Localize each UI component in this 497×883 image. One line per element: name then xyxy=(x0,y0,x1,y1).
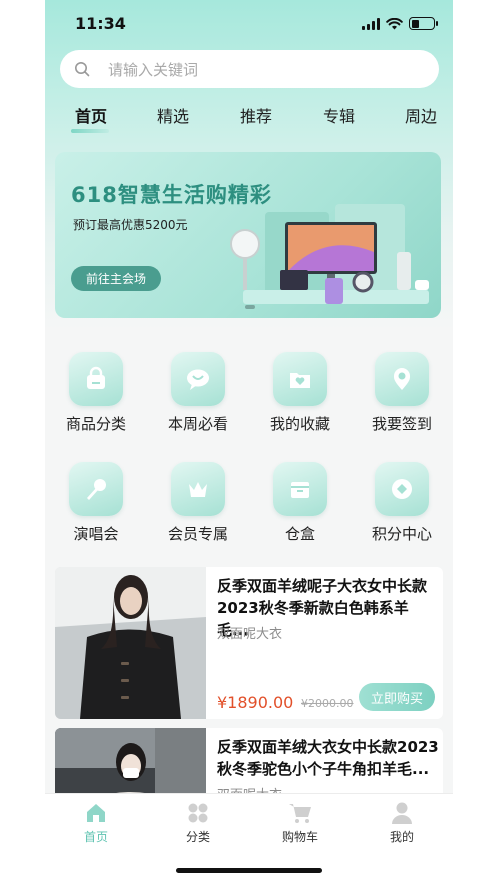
category-tabs: 首页 精选 推荐 专辑 周边 xyxy=(45,103,453,133)
crown-icon xyxy=(171,462,225,516)
grid-label: 会员专属 xyxy=(167,525,228,543)
active-tab-indicator xyxy=(71,129,109,133)
nav-label: 购物车 xyxy=(281,830,318,844)
tab-home[interactable]: 首页 xyxy=(75,103,107,127)
folder-heart-icon xyxy=(273,352,327,406)
status-icons xyxy=(362,17,438,30)
grid-label: 商品分类 xyxy=(65,415,126,433)
search-input[interactable]: 请输入关键词 xyxy=(108,59,198,80)
grid-label: 仓盒 xyxy=(284,525,315,543)
banner-button[interactable]: 前往主会场 xyxy=(71,266,161,291)
nav-categories[interactable]: 分类 xyxy=(147,800,249,845)
grid-label: 我要签到 xyxy=(371,415,432,433)
grid-label: 积分中心 xyxy=(371,525,432,543)
tab-albums[interactable]: 专辑 xyxy=(323,103,355,127)
buy-now-button[interactable]: 立即购买 xyxy=(359,683,435,711)
battery-level xyxy=(411,19,419,28)
home-indicator xyxy=(176,868,322,873)
user-icon xyxy=(389,800,415,826)
product-title: 反季双面羊绒大衣女中长款2023秋冬季驼色小个子牛角扣羊毛... xyxy=(217,738,439,778)
grid-item-weekly-picks[interactable]: 本周必看 xyxy=(147,352,249,434)
grid-item-membership[interactable]: 会员专属 xyxy=(147,462,249,544)
banner-subtitle: 预订最高优惠5200元 xyxy=(73,218,188,232)
box-icon xyxy=(273,462,327,516)
promo-banner[interactable]: 618智慧生活购精彩 预订最高优惠5200元 前往主会场 xyxy=(55,152,441,318)
grid-item-favorites[interactable]: 我的收藏 xyxy=(249,352,351,434)
grid-item-concerts[interactable]: 演唱会 xyxy=(45,462,147,544)
bag-icon xyxy=(69,352,123,406)
cart-icon xyxy=(287,800,313,826)
location-pin-icon xyxy=(375,352,429,406)
search-icon xyxy=(75,62,90,77)
grid-label: 我的收藏 xyxy=(269,415,330,433)
grid-item-categories[interactable]: 商品分类 xyxy=(45,352,147,434)
product-card[interactable]: 反季双面羊绒呢子大衣女中长款2023秋冬季新款白色韩系羊毛... 双面呢大衣 ¥… xyxy=(55,567,443,719)
wifi-icon xyxy=(386,17,403,29)
signal-icon xyxy=(362,17,380,30)
nav-label: 分类 xyxy=(185,830,210,844)
diamond-coin-icon xyxy=(375,462,429,516)
nav-home[interactable]: 首页 xyxy=(45,800,147,845)
product-price: ¥1890.00 xyxy=(217,693,294,712)
grid-label: 演唱会 xyxy=(73,525,119,543)
nav-label: 我的 xyxy=(389,830,414,844)
battery-icon xyxy=(409,17,438,30)
product-subtitle: 双面呢大衣 xyxy=(217,627,283,642)
product-image xyxy=(55,567,206,719)
grid-item-points-center[interactable]: 积分中心 xyxy=(351,462,453,544)
app-screen: 11:34 请输入关键词 首页 精选 推荐 专辑 周边 618智慧生活购精彩 预… xyxy=(45,0,453,883)
chat-bubble-icon xyxy=(171,352,225,406)
grid-item-storage-box[interactable]: 仓盒 xyxy=(249,462,351,544)
status-bar: 11:34 xyxy=(45,0,453,48)
nav-cart[interactable]: 购物车 xyxy=(249,800,351,845)
search-bar[interactable]: 请输入关键词 xyxy=(60,50,439,88)
banner-pagination xyxy=(245,305,255,309)
grid-item-check-in[interactable]: 我要签到 xyxy=(351,352,453,434)
tab-merch[interactable]: 周边 xyxy=(405,103,437,127)
category-grid-icon xyxy=(185,800,211,826)
banner-products-illustration xyxy=(230,204,429,304)
microphone-icon xyxy=(69,462,123,516)
status-time: 11:34 xyxy=(75,14,126,33)
nav-profile[interactable]: 我的 xyxy=(351,800,453,845)
grid-label: 本周必看 xyxy=(167,415,228,433)
tab-recommended[interactable]: 推荐 xyxy=(240,103,272,127)
nav-label: 首页 xyxy=(83,830,108,844)
tab-featured[interactable]: 精选 xyxy=(157,103,189,127)
home-icon xyxy=(83,800,109,826)
product-original-price: ¥2000.00 xyxy=(301,697,354,710)
